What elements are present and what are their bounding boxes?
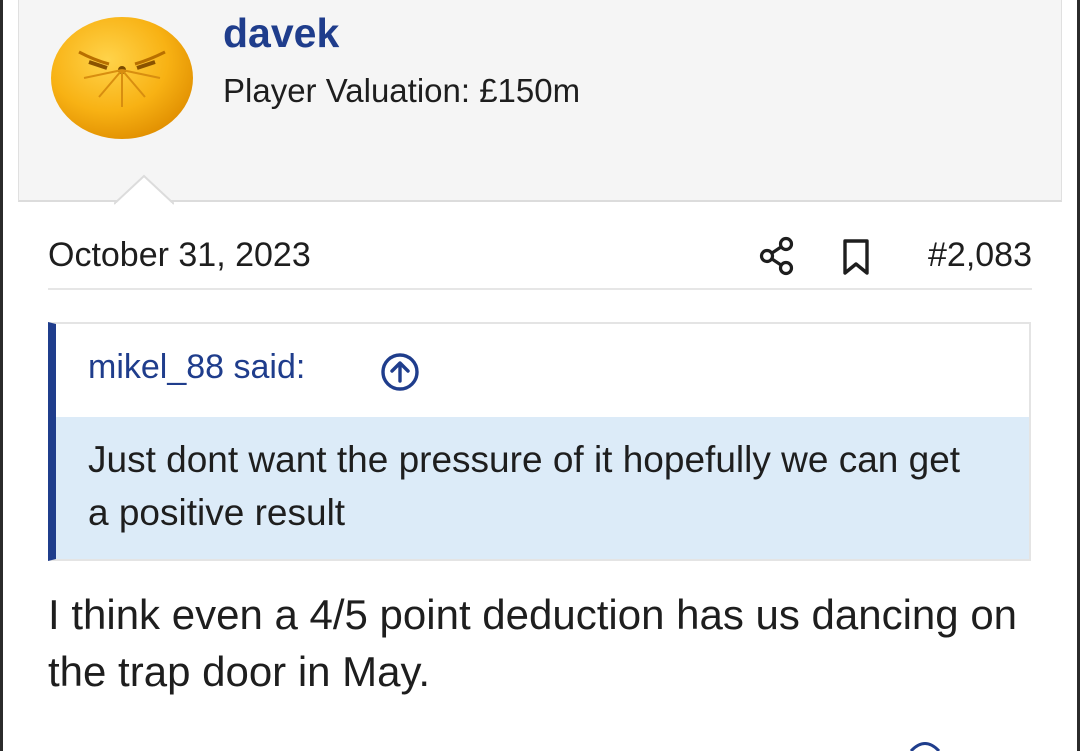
meta-divider — [48, 288, 1032, 290]
user-title: Player Valuation: £150m — [223, 72, 581, 109]
partial-icon — [909, 742, 941, 751]
user-header: davek Player Valuation: £150m — [18, 0, 1062, 206]
bookmark-icon[interactable] — [840, 238, 872, 276]
post-number-link[interactable]: #2,083 — [928, 236, 1032, 275]
post-meta: October 31, 2023 #2,083 — [48, 232, 1032, 282]
quote-block: mikel_88 said: Just dont want the pressu… — [48, 322, 1031, 561]
quote-header: mikel_88 said: — [56, 324, 1029, 417]
arrow-up-circle-icon[interactable] — [380, 352, 420, 392]
quote-text: Just dont want the pressure of it hopefu… — [88, 439, 961, 533]
header-notch — [114, 174, 174, 206]
quote-author-link[interactable]: mikel_88 said: — [88, 348, 305, 387]
orange-face-avatar[interactable] — [49, 12, 195, 142]
username[interactable]: davek — [223, 10, 339, 57]
quote-body: Just dont want the pressure of it hopefu… — [56, 417, 1029, 559]
post-date[interactable]: October 31, 2023 — [48, 236, 311, 275]
post-body: I think even a 4/5 point deduction has u… — [48, 591, 1018, 695]
share-icon[interactable] — [758, 234, 796, 278]
